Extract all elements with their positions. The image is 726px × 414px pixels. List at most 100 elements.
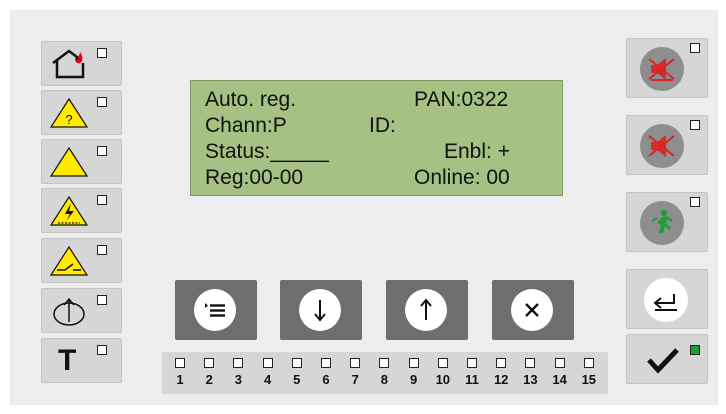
lcd-line1-right: PAN:0322 <box>414 88 509 111</box>
test-indicator-led <box>97 345 107 355</box>
test-button[interactable]: T <box>41 338 122 383</box>
arrow-up-icon <box>420 298 432 320</box>
power-fault-button[interactable] <box>41 188 122 233</box>
zone-indicator: 9 <box>406 356 422 392</box>
zone-number: 13 <box>523 372 538 387</box>
checkmark-icon <box>647 348 679 374</box>
zone-indicator: 6 <box>318 356 334 392</box>
zone-number: 6 <box>322 372 330 387</box>
zone-number: 9 <box>409 372 418 387</box>
speaker-mute-icon <box>648 58 675 81</box>
zone-led <box>554 358 565 368</box>
general-warning-button[interactable] <box>41 139 122 184</box>
mute-indicator-led <box>690 43 700 53</box>
disconnect-button[interactable] <box>41 288 122 333</box>
arrow-up-button[interactable] <box>386 280 468 340</box>
zone-led <box>233 358 244 368</box>
zone-indicator: 12 <box>493 356 509 392</box>
lcd-line2-mid: ID: <box>369 114 396 137</box>
disconnect-icon <box>53 297 85 326</box>
sound-off-button[interactable] <box>626 115 708 175</box>
zone-led <box>408 358 419 368</box>
zone-indicator: 1 <box>172 356 188 392</box>
warning-icon <box>49 146 89 177</box>
fire-alarm-button[interactable] <box>41 41 122 86</box>
fire-indicator-led <box>97 48 107 58</box>
test-label: T <box>58 344 77 377</box>
zone-led <box>321 358 331 368</box>
zone-indicator: 4 <box>260 356 276 392</box>
lcd-line3-left: Status:_____ <box>205 140 329 163</box>
zone-led <box>467 358 477 368</box>
svg-text:?: ? <box>65 112 72 127</box>
unknown-alarm-button[interactable]: ? <box>41 90 122 135</box>
zone-number: 2 <box>205 372 213 387</box>
zone-indicator: 14 <box>552 356 568 392</box>
lcd-display: Auto. reg. PAN:0322 Chann:P ID: Status:_… <box>190 80 563 196</box>
warning-question-icon: ? <box>49 97 89 128</box>
zone-indicator: 8 <box>376 356 392 392</box>
evacuation-indicator-led <box>690 197 700 207</box>
house-fire-icon <box>52 49 85 79</box>
zone-number: 5 <box>293 372 301 387</box>
lcd-line3-right: Enbl: + <box>444 140 510 163</box>
zone-number: 12 <box>493 372 509 387</box>
zone-led <box>175 358 185 368</box>
zone-indicator-strip: 1 2 3 4 5 6 7 8 9 10 11 12 13 14 15 <box>162 352 608 394</box>
close-icon <box>525 303 539 317</box>
back-icon <box>653 294 677 311</box>
zone-led <box>437 358 448 368</box>
zone-led <box>379 358 390 368</box>
zone-number: 4 <box>263 372 272 387</box>
lcd-line4-left: Reg:00-00 <box>205 166 304 189</box>
zone-number: 8 <box>380 372 388 387</box>
zone-number: 15 <box>581 372 597 387</box>
warning-power-icon <box>49 195 89 226</box>
menu-icon <box>205 303 225 317</box>
confirm-indicator-led <box>690 345 700 355</box>
zone-indicator: 2 <box>201 356 217 392</box>
zone-led <box>583 358 594 368</box>
lcd-line1-left: Auto. reg. <box>205 88 297 111</box>
line-fault-button[interactable] <box>41 238 122 283</box>
fault-indicator-led <box>97 245 107 255</box>
sound-off-icon <box>648 135 675 157</box>
confirm-button[interactable] <box>626 334 708 384</box>
back-button[interactable] <box>626 269 708 329</box>
zone-led <box>291 358 302 368</box>
emergency-exit-icon <box>651 209 673 233</box>
zone-led <box>350 358 361 368</box>
cancel-button[interactable] <box>492 280 574 340</box>
zone-indicator: 15 <box>581 356 597 392</box>
zone-indicator: 11 <box>464 356 480 392</box>
zone-number: 11 <box>465 372 479 387</box>
zone-led <box>204 358 215 368</box>
power-indicator-led <box>97 195 107 205</box>
zone-led <box>496 358 507 368</box>
warning-indicator-led <box>97 146 107 156</box>
zone-indicator: 3 <box>230 356 246 392</box>
zone-indicator: 5 <box>289 356 305 392</box>
arrow-down-icon <box>314 300 326 322</box>
disconnect-indicator-led <box>97 295 107 305</box>
control-panel: ? T Auto. reg. PAN:0322 Chann:P ID: Stat… <box>10 10 718 405</box>
arrow-down-button[interactable] <box>280 280 362 340</box>
zone-led <box>525 358 536 368</box>
zone-indicator: 13 <box>522 356 538 392</box>
mute-sounder-button[interactable] <box>626 38 708 98</box>
lcd-line4-right: Online: 00 <box>414 166 510 189</box>
menu-button[interactable] <box>175 280 257 340</box>
warning-fault-icon <box>49 245 89 276</box>
zone-number: 7 <box>351 372 359 387</box>
zone-indicator: 7 <box>347 356 363 392</box>
lcd-line2-left: Chann:P <box>205 114 287 137</box>
zone-led <box>262 358 273 368</box>
zone-number: 3 <box>234 372 242 387</box>
zone-indicator: 10 <box>435 356 451 392</box>
evacuation-button[interactable] <box>626 192 708 252</box>
zone-number: 1 <box>176 372 184 387</box>
sound-off-indicator-led <box>690 120 700 130</box>
zone-number: 10 <box>435 372 451 387</box>
zone-number: 14 <box>552 372 567 387</box>
question-indicator-led <box>97 97 107 107</box>
